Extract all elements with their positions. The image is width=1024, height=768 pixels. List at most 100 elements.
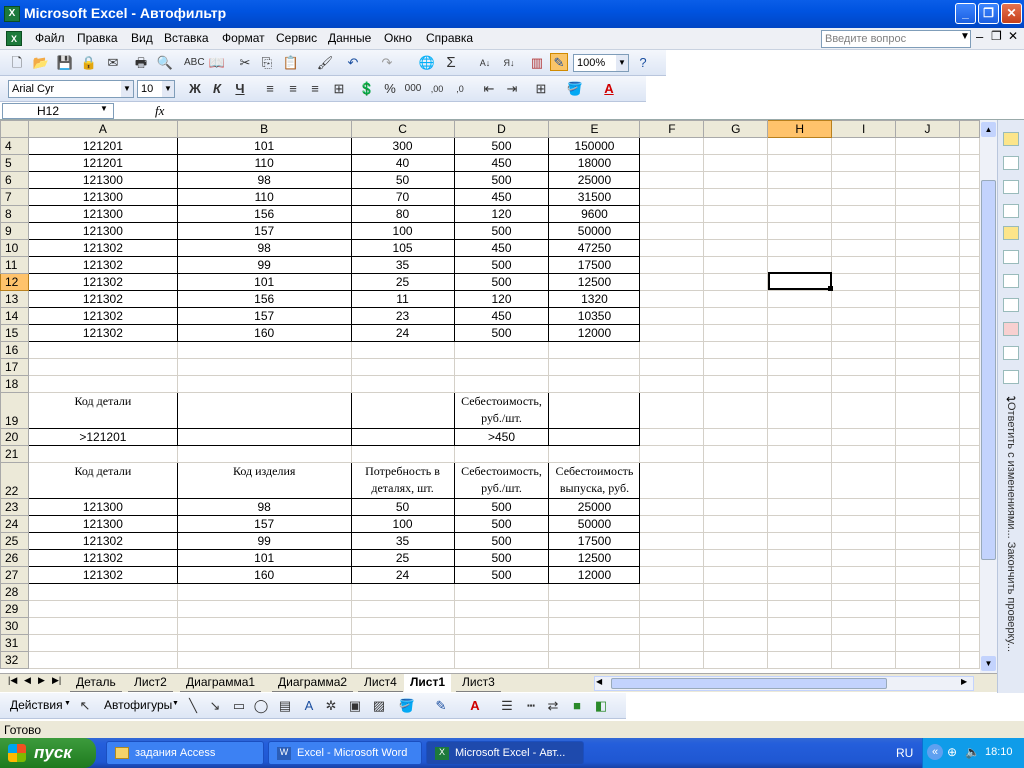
cell-c[interactable]: 80	[350, 205, 455, 223]
cell[interactable]	[958, 256, 980, 274]
cell-d[interactable]: 500	[453, 498, 550, 516]
row-header[interactable]: 13	[0, 290, 29, 308]
cell[interactable]	[703, 515, 769, 533]
row-header[interactable]: 30	[0, 617, 29, 635]
row-header[interactable]: 4	[0, 137, 29, 155]
cell-a[interactable]: 121302	[27, 273, 178, 291]
doc-close-icon[interactable]: ✕	[1008, 29, 1018, 43]
cell-d[interactable]: 500	[453, 256, 550, 274]
cell[interactable]	[831, 171, 897, 189]
hyperlink-icon[interactable]: 🌐	[418, 54, 436, 72]
cell-e[interactable]: 18000	[548, 154, 641, 172]
row-header[interactable]: 14	[0, 307, 29, 325]
cell-e[interactable]: 12000	[548, 566, 641, 584]
cell-c[interactable]: 300	[350, 137, 455, 155]
comment-icon[interactable]	[1003, 204, 1019, 218]
result-header-code[interactable]: Код детали	[27, 462, 178, 499]
cell[interactable]	[895, 532, 960, 550]
cell-a[interactable]: 121302	[27, 324, 178, 342]
row-header[interactable]: 18	[0, 375, 29, 393]
cell[interactable]	[895, 256, 960, 274]
help-icon[interactable]: ?	[634, 54, 652, 72]
cell[interactable]	[639, 273, 705, 291]
cell[interactable]	[958, 515, 980, 533]
row-header[interactable]: 16	[0, 341, 29, 359]
cell-d[interactable]: 500	[453, 222, 550, 240]
cell[interactable]	[958, 290, 980, 308]
cell[interactable]	[958, 273, 980, 291]
cell[interactable]	[767, 532, 833, 550]
horizontal-scrollbar[interactable]: ◀ ▶	[594, 676, 974, 691]
cell[interactable]	[831, 307, 897, 325]
line-icon[interactable]: ╲	[184, 697, 202, 715]
cell[interactable]	[639, 549, 705, 567]
row-header[interactable]: 22	[0, 462, 29, 499]
oval-icon[interactable]: ◯	[252, 697, 270, 715]
cell[interactable]	[895, 515, 960, 533]
diagram-icon[interactable]: ✲	[322, 697, 340, 715]
cell[interactable]	[703, 273, 769, 291]
name-box[interactable]: H12	[2, 103, 114, 119]
cell[interactable]	[958, 532, 980, 550]
tab-list1[interactable]: Лист1	[404, 674, 452, 692]
cell[interactable]	[958, 154, 980, 172]
cell[interactable]	[703, 154, 769, 172]
cell-e[interactable]: 47250	[548, 239, 641, 257]
cell-e[interactable]: 17500	[548, 532, 641, 550]
autosum-icon[interactable]: Σ	[442, 54, 460, 72]
cell[interactable]	[548, 428, 641, 446]
ask-question-input[interactable]: Введите вопрос	[821, 30, 971, 48]
decrease-indent-icon[interactable]: ⇤	[480, 80, 498, 98]
row-header[interactable]: 15	[0, 324, 29, 342]
menu-data[interactable]: Данные	[328, 31, 371, 45]
cell[interactable]	[548, 392, 641, 429]
cell[interactable]	[703, 566, 769, 584]
cell[interactable]	[895, 498, 960, 516]
formula-input[interactable]	[170, 103, 1020, 119]
cell[interactable]	[703, 307, 769, 325]
open-icon[interactable]: 📂	[32, 54, 50, 72]
next-sheet-icon[interactable]: ▶	[38, 675, 45, 686]
cell-c[interactable]: 100	[350, 222, 455, 240]
clock[interactable]: 18:10	[985, 746, 1013, 758]
criteria-header-cost[interactable]: Себестоимость, руб./шт.	[453, 392, 550, 429]
maximize-button[interactable]: ❐	[978, 3, 999, 24]
cell[interactable]	[639, 188, 705, 206]
cell[interactable]	[639, 324, 705, 342]
envelope-icon[interactable]	[1003, 370, 1019, 384]
cell[interactable]	[958, 498, 980, 516]
col-header-i[interactable]: I	[831, 120, 897, 138]
increase-indent-icon[interactable]: ⇥	[503, 80, 521, 98]
col-header-c[interactable]: C	[350, 120, 455, 138]
cell-c[interactable]: 40	[350, 154, 455, 172]
cell[interactable]	[639, 290, 705, 308]
col-header-k[interactable]	[958, 120, 980, 138]
chart-wizard-icon[interactable]: ▥	[528, 54, 546, 72]
last-sheet-icon[interactable]: ▶|	[52, 675, 61, 686]
cell-a[interactable]: 121302	[27, 256, 178, 274]
row-header[interactable]: 21	[0, 445, 29, 463]
send-icon[interactable]	[1003, 346, 1019, 360]
cell[interactable]	[639, 154, 705, 172]
cell[interactable]	[831, 205, 897, 223]
cell[interactable]	[958, 205, 980, 223]
cell[interactable]	[895, 549, 960, 567]
cell[interactable]	[639, 205, 705, 223]
percent-icon[interactable]: %	[381, 80, 399, 98]
cell[interactable]	[767, 137, 833, 155]
align-left-icon[interactable]: ≡	[261, 80, 279, 98]
cell[interactable]	[703, 137, 769, 155]
cell[interactable]	[831, 137, 897, 155]
cell[interactable]	[767, 239, 833, 257]
italic-button[interactable]: К	[208, 80, 226, 98]
scroll-up-icon[interactable]: ▲	[981, 122, 996, 137]
row-header[interactable]: 31	[0, 634, 29, 652]
cell[interactable]	[639, 137, 705, 155]
delete-comment-icon[interactable]	[1003, 250, 1019, 264]
cell-b[interactable]: 157	[176, 222, 352, 240]
cell-c[interactable]: 11	[350, 290, 455, 308]
cell[interactable]	[767, 171, 833, 189]
ask-dropdown-icon[interactable]: ▼	[960, 31, 970, 42]
cell[interactable]	[831, 324, 897, 342]
task-access-folder[interactable]: задания Access	[106, 741, 264, 765]
